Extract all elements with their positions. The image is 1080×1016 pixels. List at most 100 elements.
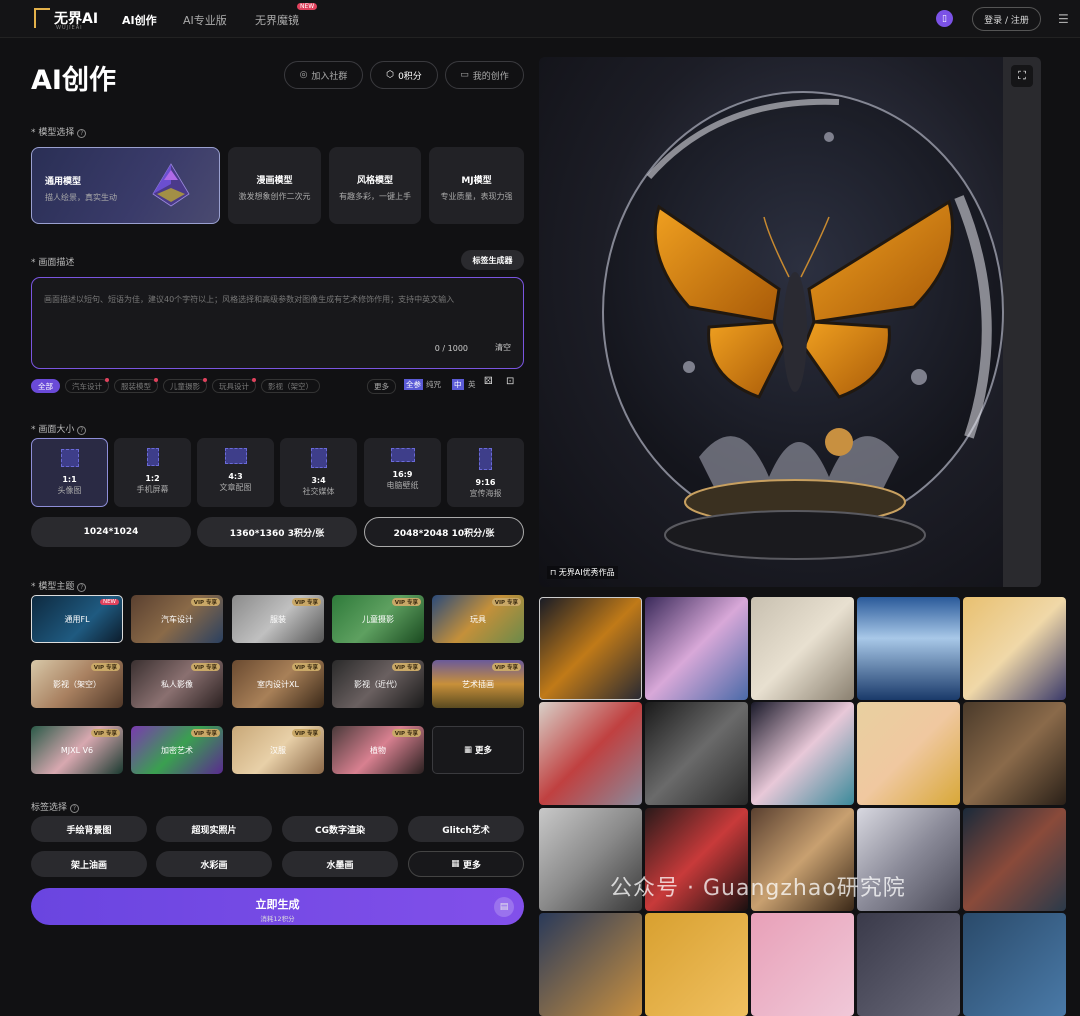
model-card-general[interactable]: 通用模型 描人绘景，真实生动	[31, 147, 220, 224]
thumbnail-still-life[interactable]	[963, 702, 1066, 805]
ratio-9-16[interactable]: 9:16 宣传海报	[447, 438, 524, 507]
tag-watercolor[interactable]: 水彩画	[156, 851, 272, 877]
model-name: 漫画模型	[256, 176, 293, 186]
top-nav: 无界AI WUJIEAI AI创作 AI专业版 无界魔镜 NEW ▯ 登录 / …	[0, 0, 1080, 38]
login-button[interactable]: 登录 / 注册	[972, 7, 1041, 31]
help-icon[interactable]: ?	[70, 804, 80, 813]
tags-more-button[interactable]: ▦ 更多	[408, 851, 524, 877]
tag-section-label: 标签选择?	[31, 800, 80, 813]
full-param-toggle[interactable]: 全参	[404, 379, 423, 390]
thumbnail-row4-5[interactable]	[963, 913, 1066, 1016]
tag-surreal-photo[interactable]: 超现实照片	[156, 816, 272, 842]
lang-zh-toggle[interactable]: 中	[452, 379, 464, 390]
theme-private-photo[interactable]: 私人影像 VIP 专享	[131, 660, 223, 708]
join-community-button[interactable]: ◎ 加入社群	[284, 61, 363, 89]
menu-icon[interactable]: ☰	[1058, 12, 1069, 26]
chip-all[interactable]: 全部	[31, 379, 60, 393]
theme-toy[interactable]: 玩具 VIP 专享	[432, 595, 524, 643]
thumbnail-butterfly[interactable]	[539, 597, 642, 700]
theme-mjxl-v6[interactable]: MJXL V6 VIP 专享	[31, 726, 123, 774]
ratio-4-3[interactable]: 4:3 文章配图	[197, 438, 274, 507]
thumbnail-blonde-girl[interactable]	[963, 597, 1066, 700]
tag-generator-button[interactable]: 标签生成器	[461, 250, 524, 270]
generate-button[interactable]: 立即生成 消耗12积分 ▤	[31, 888, 524, 925]
robot-icon[interactable]: ⊡	[506, 376, 514, 387]
help-icon[interactable]: ?	[77, 583, 87, 592]
pure-prompt-toggle[interactable]: 纯咒	[426, 379, 441, 390]
ratio-icon	[146, 448, 159, 466]
logo[interactable]: 无界AI WUJIEAI	[34, 8, 98, 31]
ratio-label: 电脑壁纸	[386, 481, 419, 490]
thumbnail-row4-2[interactable]	[645, 913, 748, 1016]
lang-en-toggle[interactable]: 英	[468, 379, 476, 390]
clear-button[interactable]: 清空	[495, 342, 511, 353]
theme-film-modern[interactable]: 影视（近代） VIP 专享	[332, 660, 424, 708]
mobile-icon[interactable]: ▯	[936, 10, 953, 27]
ratio-16-9[interactable]: 16:9 电脑壁纸	[364, 438, 441, 507]
ratio-1-2[interactable]: 1:2 手机屏幕	[114, 438, 191, 507]
help-icon[interactable]: ?	[77, 426, 87, 435]
model-card-manga[interactable]: 漫画模型 激发想象创作二次元	[228, 147, 321, 224]
theme-hanfu[interactable]: 汉服 VIP 专享	[232, 726, 324, 774]
more-label: 更多	[474, 746, 492, 756]
theme-clothing[interactable]: 服装 VIP 专享	[232, 595, 324, 643]
prompt-textarea[interactable]: 画面描述以短句、短语为佳，建议40个字符以上；风格选择和高级参数对图像生成有艺术…	[31, 277, 524, 369]
thumbnail-doll-girl[interactable]	[857, 702, 960, 805]
more-label: 更多	[462, 860, 481, 871]
nav-item-magic-mirror[interactable]: 无界魔镜	[255, 12, 299, 28]
themes-more-button[interactable]: ▦ 更多	[432, 726, 524, 774]
tag-cg-render[interactable]: CG数字渲染	[282, 816, 398, 842]
thumbnail-armor[interactable]	[645, 702, 748, 805]
ratio-value: 1:1	[62, 475, 77, 484]
theme-kids-photo[interactable]: 儿童摄影 VIP 专享	[332, 595, 424, 643]
thumbnail-bird[interactable]	[963, 808, 1066, 911]
fullscreen-icon[interactable]: ⛶	[1011, 65, 1033, 87]
size-section-label: * 画面大小?	[31, 422, 87, 435]
theme-general-fl[interactable]: 通用FL NEW	[31, 595, 123, 643]
help-icon[interactable]: ?	[77, 129, 87, 138]
resolution-2048[interactable]: 2048*2048 10积分/张	[364, 517, 524, 547]
resolution-1024[interactable]: 1024*1024	[31, 517, 191, 547]
theme-label: 植物	[370, 745, 386, 755]
model-name: MJ模型	[461, 176, 492, 186]
ratio-1-1[interactable]: 1:1 头像图	[31, 438, 108, 507]
theme-car[interactable]: 汽车设计 VIP 专享	[131, 595, 223, 643]
model-card-style[interactable]: 风格模型 有趣多彩，一键上手	[329, 147, 421, 224]
thumbnail-row4-4[interactable]	[857, 913, 960, 1016]
theme-interior-xl[interactable]: 室内设计XL VIP 专享	[232, 660, 324, 708]
theme-plant[interactable]: 植物 VIP 专享	[332, 726, 424, 774]
tag-ink-painting[interactable]: 水墨画	[282, 851, 398, 877]
theme-art-illustration[interactable]: 艺术插画 VIP 专享	[432, 660, 524, 708]
chip-film[interactable]: 影视（架空）	[261, 379, 320, 393]
model-card-mj[interactable]: MJ模型 专业质量，表现力强	[429, 147, 524, 224]
chip-label: 汽车设计	[72, 382, 102, 391]
theme-film-fantasy[interactable]: 影视（架空） VIP 专享	[31, 660, 123, 708]
thumbnail-anime-girl-blue[interactable]	[645, 597, 748, 700]
thumbnail-row4-1[interactable]	[539, 913, 642, 1016]
theme-label: 加密艺术	[161, 745, 193, 755]
prompt-chips: 全部 汽车设计 服装模型 儿童摄影 玩具设计 影视（架空）	[31, 378, 320, 393]
ratio-3-4[interactable]: 3:4 社交媒体	[280, 438, 357, 507]
document-icon[interactable]: ▤	[494, 897, 514, 917]
tag-label: 标签选择	[31, 803, 68, 813]
theme-crypto-art[interactable]: 加密艺术 VIP 专享	[131, 726, 223, 774]
score-button[interactable]: ⬡ 0积分	[370, 61, 438, 89]
nav-item-ai-pro[interactable]: AI专业版	[183, 12, 227, 28]
chip-kids[interactable]: 儿童摄影	[163, 378, 207, 393]
resolution-1360[interactable]: 1360*1360 3积分/张	[197, 517, 357, 547]
my-creations-button[interactable]: ▭ 我的创作	[445, 61, 524, 89]
chip-toy[interactable]: 玩具设计	[212, 378, 256, 393]
thumbnail-mecha[interactable]	[539, 702, 642, 805]
chip-clothing[interactable]: 服装模型	[114, 378, 158, 393]
tag-handdrawn-bg[interactable]: 手绘背景图	[31, 816, 147, 842]
thumbnail-row4-3[interactable]	[751, 913, 854, 1016]
chip-car[interactable]: 汽车设计	[65, 378, 109, 393]
dice-icon[interactable]: ⚄	[484, 376, 493, 387]
thumbnail-camo-boy[interactable]	[751, 597, 854, 700]
thumbnail-ocean-landscape[interactable]	[857, 597, 960, 700]
tag-oil-painting[interactable]: 架上油画	[31, 851, 147, 877]
chips-more-button[interactable]: 更多	[367, 379, 396, 394]
nav-item-ai-create[interactable]: AI创作	[122, 12, 157, 28]
tag-glitch-art[interactable]: Glitch艺术	[408, 816, 524, 842]
thumbnail-hanfu-girl[interactable]	[751, 702, 854, 805]
